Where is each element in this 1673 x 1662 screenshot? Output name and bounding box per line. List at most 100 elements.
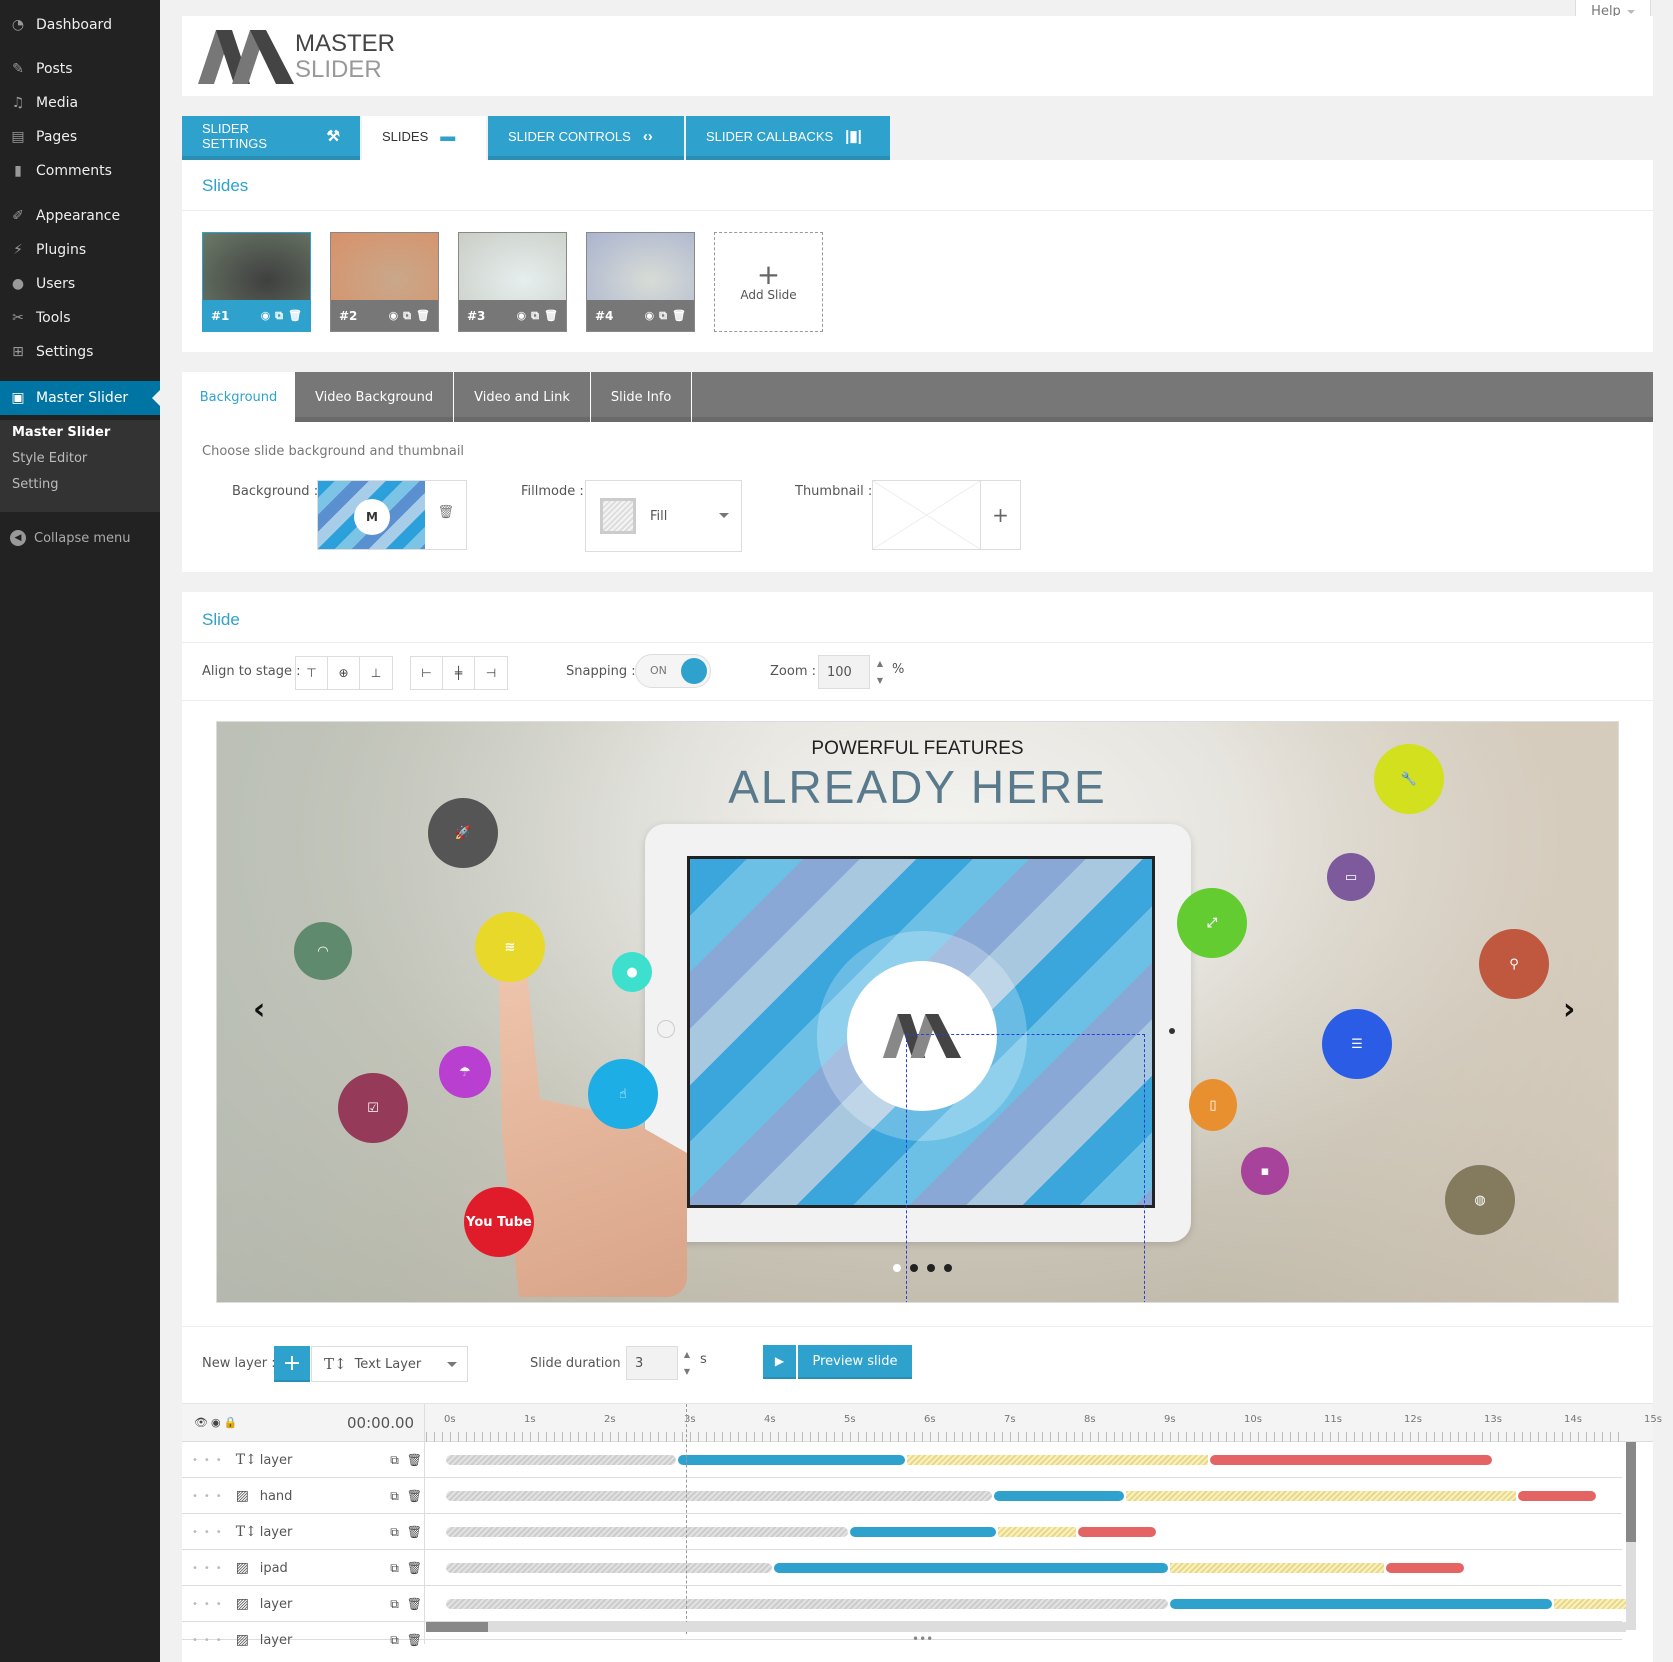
timeline-segment-yellow[interactable] [1554,1599,1628,1609]
align-bottom-button[interactable]: ⊥ [360,657,392,689]
timeline-segment-blue[interactable] [994,1491,1124,1501]
eye-icon[interactable]: ● [612,952,652,992]
sidebar-item-tools[interactable]: ✂ Tools [0,301,160,335]
scroll-thumb[interactable] [426,1622,488,1632]
duplicate-icon[interactable]: ⧉ [275,309,283,323]
trash-icon[interactable]: 🗑 [407,1633,422,1648]
timeline-segment-red[interactable] [1210,1455,1492,1465]
bullet-2[interactable] [910,1264,918,1272]
timeline-segment-gray[interactable] [446,1563,772,1573]
down-arrow-icon[interactable]: ▼ [684,1367,690,1376]
slide-thumb[interactable]: #3 ◉ ⧉ 🗑 [458,232,567,332]
wrench-icon[interactable]: 🔧 [1374,744,1444,814]
submenu-master-slider[interactable]: Master Slider [0,420,160,446]
trash-icon[interactable]: 🗑 [407,1561,422,1576]
duplicate-icon[interactable]: ⧉ [659,309,667,323]
trash-icon[interactable]: 🗑 [407,1489,422,1504]
add-slide-button[interactable]: + Add Slide [714,232,823,332]
duplicate-icon[interactable]: ⧉ [390,1561,399,1576]
timeline-segment-yellow[interactable] [906,1455,1208,1465]
slide-thumb[interactable]: #2 ◉ ⧉ 🗑 [330,232,439,332]
slide-thumb[interactable]: #4 ◉ ⧉ 🗑 [586,232,695,332]
layer-name-cell[interactable]: ••• ▨ ipad ⧉ 🗑 [192,1550,422,1586]
rocket-icon[interactable]: 🚀 [428,798,498,868]
timeline-segment-gray[interactable] [446,1491,992,1501]
resize-handle-icon[interactable]: ••• [912,1632,933,1646]
layer-name-cell[interactable]: ••• ▨ hand ⧉ 🗑 [192,1478,422,1514]
slide-thumb[interactable]: #1 ◉ ⧉ 🗑 [202,232,311,332]
playhead[interactable] [686,1404,687,1634]
sidebar-item-posts[interactable]: ✎ Posts [0,52,160,86]
list-icon[interactable]: ☰ [1322,1009,1392,1079]
slide-duration-input[interactable]: 3 [626,1346,678,1380]
background-preview[interactable]: M [318,481,425,549]
slide-thumb-image[interactable] [331,233,438,301]
align-left-button[interactable]: ⊢ [411,657,443,689]
browser-icon[interactable]: ▭ [1327,853,1375,901]
bullet-1[interactable] [893,1264,901,1272]
slide-thumb-image[interactable] [587,233,694,301]
timeline-segment-gray[interactable] [446,1527,848,1537]
fillmode-select[interactable]: Fill [585,480,742,552]
sidebar-item-settings[interactable]: ⊞ Settings [0,335,160,369]
timeline-segment-yellow[interactable] [998,1527,1076,1537]
vertical-scrollbar[interactable] [1626,1442,1636,1630]
umbrella-icon[interactable]: ☂ [439,1046,491,1098]
trash-icon[interactable]: 🗑 [407,1597,422,1612]
sidebar-item-users[interactable]: ● Users [0,267,160,301]
layer-name-cell[interactable]: ••• ▨ layer ⧉ 🗑 [192,1622,422,1658]
down-arrow-icon[interactable]: ▼ [877,676,883,685]
eye-icon[interactable]: ◉ [645,309,655,323]
duplicate-icon[interactable]: ⧉ [390,1597,399,1612]
duplicate-icon[interactable]: ⧉ [531,309,539,323]
align-center-button[interactable]: ╪ [443,657,475,689]
timeline-row[interactable]: ••• ▨ hand ⧉ 🗑 [182,1478,1622,1514]
layer-name-cell[interactable]: ••• ▨ layer ⧉ 🗑 [192,1586,422,1622]
tab-slides[interactable]: SLIDES ▬ [362,116,486,160]
snapping-toggle[interactable]: ON [635,654,711,688]
timeline-segment-blue[interactable] [678,1455,905,1465]
layers-icon[interactable]: ≋ [475,912,545,982]
thumbnail-picker[interactable]: + [872,480,1021,550]
drag-handle-icon[interactable]: ••• [192,1635,228,1646]
prev-arrow-icon[interactable]: ‹ [253,992,265,1027]
submenu-style-editor[interactable]: Style Editor [0,446,160,472]
timeline-row[interactable]: ••• ▨ layer ⧉ 🗑 [182,1586,1628,1622]
play-button[interactable]: ▶ [763,1345,796,1379]
drag-handle-icon[interactable]: ••• [192,1563,228,1574]
timeline-segment-gray[interactable] [446,1455,676,1465]
drag-handle-icon[interactable]: ••• [192,1527,228,1538]
sidebar-item-master-slider[interactable]: ▣ Master Slider [0,381,160,415]
trash-icon[interactable]: 🗑 [672,309,686,323]
add-layer-button[interactable]: + [274,1346,310,1382]
drag-handle-icon[interactable]: ••• [192,1491,228,1502]
layer-type-select[interactable]: T↕ Text Layer [311,1346,468,1382]
search-icon[interactable]: ⚲ [1479,929,1549,999]
eye-icon[interactable]: ◉ [261,309,271,323]
timeline-segment-blue[interactable] [1170,1599,1552,1609]
bullet-3[interactable] [927,1264,935,1272]
slide-thumb-image[interactable] [459,233,566,301]
align-top-button[interactable]: ⊤ [296,657,328,689]
sidebar-item-media[interactable]: ♫ Media [0,86,160,120]
speedometer-icon[interactable]: ◠ [294,922,352,980]
tab-slide-info[interactable]: Slide Info [591,372,693,422]
timeline-segment-blue[interactable] [774,1563,1168,1573]
trash-icon[interactable]: 🗑 [407,1453,422,1468]
preview-slide-button[interactable]: Preview slide [798,1345,912,1379]
timeline-segment-red[interactable] [1078,1527,1156,1537]
timeline-segment-yellow[interactable] [1170,1563,1384,1573]
eye-icon[interactable]: ◉ [517,309,527,323]
trash-icon[interactable]: 🗑 [407,1525,422,1540]
timeline-segment-red[interactable] [1386,1563,1464,1573]
timeline-row[interactable]: ••• ▨ ipad ⧉ 🗑 [182,1550,1622,1586]
timeline-segment-yellow[interactable] [1126,1491,1516,1501]
bullet-4[interactable] [944,1264,952,1272]
globe-icon[interactable]: ◍ [1445,1165,1515,1235]
slide-stage[interactable]: POWERFUL FEATURES ALREADY HERE 🚀 ◠ ≋ ● ☂… [216,721,1619,1303]
duplicate-icon[interactable]: ⧉ [390,1633,399,1648]
scroll-thumb[interactable] [1626,1442,1636,1542]
checkbox-icon[interactable]: ☑ [338,1073,408,1143]
align-middle-button[interactable]: ⊕ [328,657,360,689]
duplicate-icon[interactable]: ⧉ [390,1525,399,1540]
